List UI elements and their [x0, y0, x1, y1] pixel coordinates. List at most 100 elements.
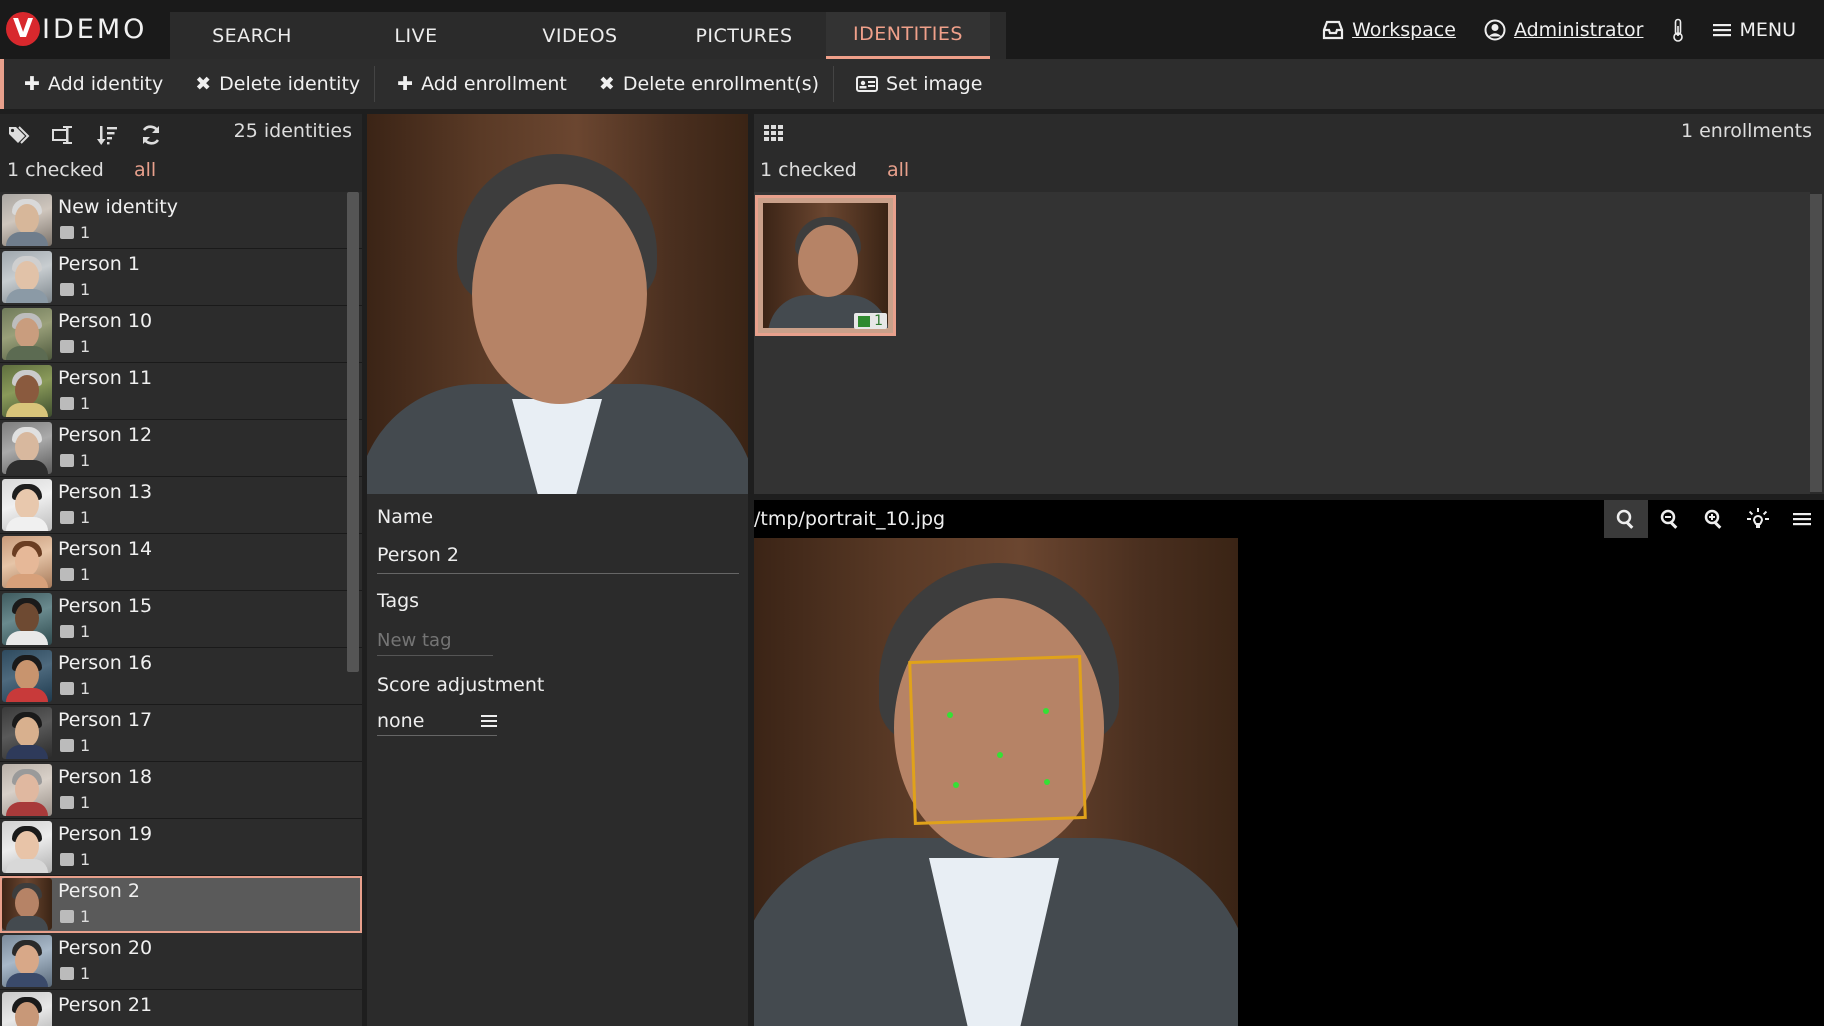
identities-header: 25 identities 1 checked all	[0, 114, 362, 188]
add-enrollment-button[interactable]: ✚ Add enrollment	[377, 59, 579, 109]
identity-row[interactable]: Person 1 1	[0, 249, 362, 306]
search-icon[interactable]	[1604, 500, 1648, 538]
identity-row-selected[interactable]: Person 2 1	[0, 876, 362, 933]
identity-row[interactable]: Person 21	[0, 990, 362, 1026]
identity-thumbnail	[2, 650, 52, 702]
tab-pictures[interactable]: PICTURES	[662, 12, 826, 59]
enrollment-count-badge: 1	[60, 679, 90, 698]
set-image-label: Set image	[886, 73, 983, 95]
main-menu-button[interactable]: MENU	[1713, 19, 1796, 41]
identity-thumbnail	[2, 194, 52, 246]
face-detection-box[interactable]	[908, 655, 1087, 825]
select-all-identities-link[interactable]: all	[134, 159, 156, 181]
person-card-icon	[858, 315, 871, 327]
plus-icon: ✚	[397, 73, 414, 95]
rename-icon[interactable]	[52, 120, 96, 150]
add-identity-label: Add identity	[47, 73, 164, 95]
identity-row[interactable]: Person 17 1	[0, 705, 362, 762]
zoom-out-icon[interactable]	[1648, 500, 1692, 538]
name-field[interactable]: Person 2	[377, 544, 459, 566]
new-tag-input[interactable]	[377, 626, 493, 656]
face-landmark	[953, 782, 959, 788]
identity-name: Person 12	[58, 424, 153, 446]
tab-spacer	[990, 12, 1006, 59]
enrollments-scrollbar[interactable]	[1810, 194, 1822, 492]
face-landmark	[1043, 708, 1049, 714]
person-card-icon	[60, 739, 74, 752]
identity-row[interactable]: Person 13 1	[0, 477, 362, 534]
identity-name: Person 10	[58, 310, 153, 332]
identity-row[interactable]: Person 18 1	[0, 762, 362, 819]
enrollment-count-badge: 1	[60, 736, 90, 755]
enrollment-count-badge: 1	[60, 337, 90, 356]
person-card-icon	[60, 397, 74, 410]
user-link[interactable]: Administrator	[1484, 18, 1644, 41]
add-identity-button[interactable]: ✚ Add identity	[4, 59, 175, 109]
identity-thumbnail	[2, 935, 52, 987]
add-enrollment-label: Add enrollment	[421, 73, 567, 95]
delete-enrollments-button[interactable]: ✖ Delete enrollment(s)	[579, 59, 831, 109]
menu-icon[interactable]	[1780, 500, 1824, 538]
top-navigation-bar: V IDEMO SEARCH LIVE VIDEOS PICTURES IDEN…	[0, 0, 1824, 59]
select-all-enrollments-link[interactable]: all	[887, 159, 909, 181]
identity-thumbnail	[2, 821, 52, 873]
tab-live[interactable]: LIVE	[334, 12, 498, 59]
x-icon: ✖	[195, 73, 212, 95]
enrollment-tile[interactable]: 1	[755, 195, 896, 336]
temperature-button[interactable]	[1671, 18, 1685, 42]
refresh-icon[interactable]	[140, 120, 184, 150]
enrollment-count-badge: 1	[60, 508, 90, 527]
identity-row[interactable]: Person 12 1	[0, 420, 362, 477]
delete-identity-label: Delete identity	[219, 73, 361, 95]
name-field-label: Name	[377, 506, 434, 528]
user-circle-icon	[1484, 19, 1506, 40]
brightness-icon[interactable]	[1736, 500, 1780, 538]
set-image-button[interactable]: Set image	[836, 59, 994, 109]
workspace-link[interactable]: Workspace	[1322, 19, 1456, 41]
enrollment-count: 1	[80, 736, 91, 755]
tab-identities[interactable]: IDENTITIES	[826, 12, 990, 59]
identity-list-scrollbar[interactable]	[347, 192, 359, 672]
logo-text: IDEMO	[42, 13, 148, 45]
identity-row[interactable]: Person 19 1	[0, 819, 362, 876]
face-landmark	[1044, 779, 1050, 785]
enrollment-count: 1	[80, 565, 91, 584]
person-card-icon	[60, 340, 74, 353]
viewer-image[interactable]	[754, 538, 1238, 1026]
identity-row[interactable]: Person 16 1	[0, 648, 362, 705]
enrollment-count: 1	[80, 508, 91, 527]
identity-row[interactable]: Person 15 1	[0, 591, 362, 648]
enrollment-count-badge: 1	[60, 907, 90, 926]
score-adjustment-select[interactable]: none	[377, 706, 497, 736]
person-card-icon	[60, 625, 74, 638]
identity-name: Person 16	[58, 652, 153, 674]
identity-details-panel: Name Person 2 Tags Score adjustment none	[367, 114, 748, 1026]
identity-portrait-image	[367, 114, 748, 494]
tab-search[interactable]: SEARCH	[170, 12, 334, 59]
identity-thumbnail	[2, 251, 52, 303]
enrollment-count: 1	[80, 394, 91, 413]
enrollment-count: 1	[80, 793, 91, 812]
identity-row[interactable]: Person 10 1	[0, 306, 362, 363]
identity-row[interactable]: Person 20 1	[0, 933, 362, 990]
menu-label: MENU	[1739, 18, 1796, 41]
identity-row[interactable]: Person 11 1	[0, 363, 362, 420]
plus-icon: ✚	[24, 73, 40, 95]
identity-row[interactable]: New identity 1	[0, 192, 362, 249]
enrollment-count-badge: 1	[60, 280, 90, 299]
tag-icon[interactable]	[8, 120, 52, 150]
inbox-icon	[1322, 20, 1344, 39]
sort-icon[interactable]	[96, 120, 140, 150]
identity-row[interactable]: Person 14 1	[0, 534, 362, 591]
person-card-icon	[60, 910, 74, 923]
zoom-in-icon[interactable]	[1692, 500, 1736, 538]
list-icon	[481, 714, 497, 727]
identity-thumbnail	[2, 365, 52, 417]
identity-thumbnail	[2, 479, 52, 531]
user-label: Administrator	[1513, 18, 1644, 41]
identity-thumbnail	[2, 422, 52, 474]
grid-icon[interactable]	[764, 122, 784, 146]
delete-identity-button[interactable]: ✖ Delete identity	[175, 59, 372, 109]
enrollment-count-badge: 1	[60, 793, 90, 812]
tab-videos[interactable]: VIDEOS	[498, 12, 662, 59]
